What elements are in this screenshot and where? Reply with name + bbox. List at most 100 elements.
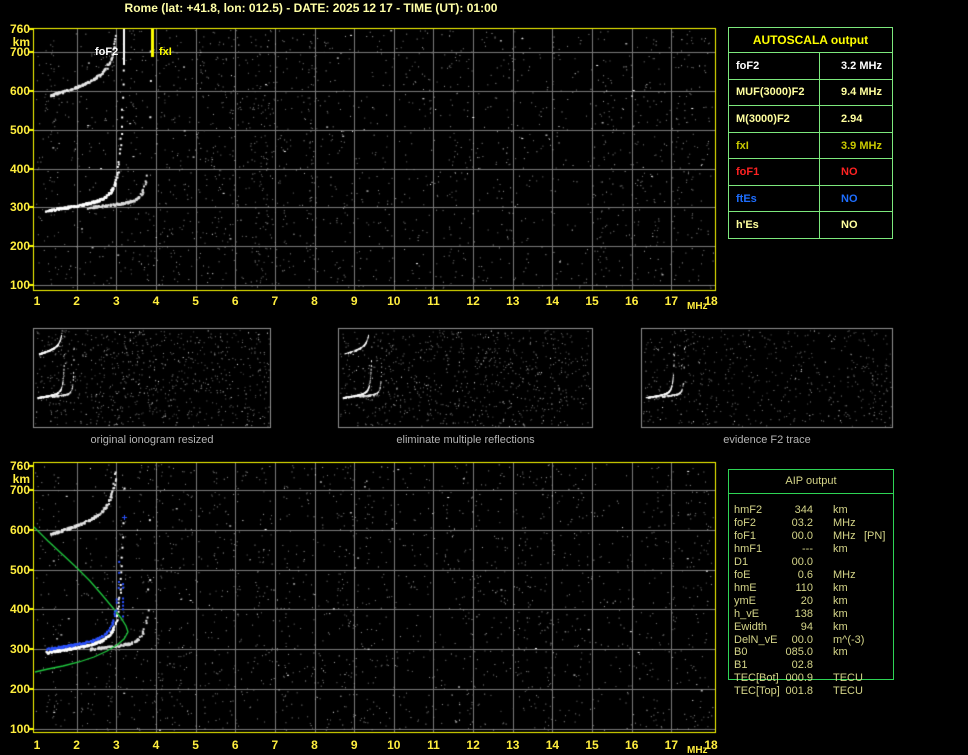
y-tick-label: 500 <box>9 122 30 137</box>
aip-row-value: 085.0 <box>785 646 813 659</box>
y-tick-label: 400 <box>9 161 30 176</box>
x-tick-label: 9 <box>350 294 358 308</box>
aip-row-unit: m^(-3) <box>833 633 865 646</box>
x-tick-label: 8 <box>311 738 318 752</box>
autoscala-output-table: AUTOSCALA output foF2 3.2 MHz MUF(3000)F2 9… <box>728 27 893 239</box>
y-tick-label: 200 <box>9 682 30 697</box>
x-tick-label: 4 <box>152 294 160 308</box>
x-tick-label: 5 <box>192 294 199 308</box>
bottom-x-axis-unit: MHz <box>687 745 708 755</box>
fxI-marker-label: fxI <box>159 46 172 58</box>
aip-row-unit: km <box>833 620 848 633</box>
aip-row-value: 000.9 <box>785 672 813 685</box>
aip-row-value: 344 <box>794 504 813 516</box>
aip-row-label: B0 <box>734 646 748 659</box>
aip-row-value: 03.2 <box>791 516 813 529</box>
aip-row: foF2 03.2 MHz <box>734 517 954 530</box>
x-tick-label: 1 <box>33 294 41 308</box>
autoscala-row-value: 3.9 MHz <box>841 139 882 152</box>
aip-row-value: 94 <box>800 620 813 633</box>
aip-row-label: B1 <box>734 659 748 672</box>
aip-row: B0 085.0 km <box>734 646 954 659</box>
aip-row: hmF1 --- km <box>734 543 954 556</box>
x-tick-label: 15 <box>585 738 599 752</box>
x-tick-label: 6 <box>231 294 239 308</box>
aip-output-table: AIP output hmF2 344 km foF2 03.2 MHz foF1 00.0 M… <box>728 469 894 697</box>
x-tick-label: 16 <box>625 294 639 308</box>
aip-row-unit: MHz <box>833 529 856 542</box>
autoscala-row-value: NO <box>841 192 858 205</box>
x-tick-label: 4 <box>152 738 160 752</box>
autoscala-row-label: h'Es <box>729 212 820 239</box>
autoscala-row-value: NO <box>841 166 858 179</box>
aip-row-unit: km <box>833 594 848 607</box>
aip-row-value: 02.8 <box>791 659 813 672</box>
aip-row-value: 00.0 <box>791 529 813 542</box>
x-tick-label: 13 <box>506 738 520 752</box>
panel-caption-evidence: evidence F2 trace <box>723 434 811 446</box>
panel-caption-original: original ionogram resized <box>90 434 214 446</box>
aip-row: TEC[Bot] 000.9 TECU <box>734 672 954 685</box>
autoscala-row: foF1 NO <box>729 158 892 185</box>
y-tick-label: 300 <box>9 642 30 657</box>
autoscala-row: M(3000)F2 2.94 <box>729 105 892 132</box>
aip-row-unit: TECU <box>833 672 863 685</box>
aip-row-note: [PN] <box>864 529 886 542</box>
aip-row: ymE 20 km <box>734 595 954 608</box>
autoscala-row: MUF(3000)F2 9.4 MHz <box>729 78 892 106</box>
autoscala-table-title: AUTOSCALA output <box>752 33 869 47</box>
top-x-axis-unit: MHz <box>687 301 708 312</box>
x-tick-label: 1 <box>33 738 41 752</box>
aip-row-value: 110 <box>795 581 813 594</box>
y-tick-label: 600 <box>9 522 30 537</box>
x-tick-label: 6 <box>231 738 239 752</box>
x-tick-label: 8 <box>311 294 318 308</box>
x-tick-label: 17 <box>664 738 679 752</box>
x-tick-label: 10 <box>387 738 401 752</box>
x-tick-label: 11 <box>427 294 440 308</box>
aip-row: foE 0.6 MHz <box>734 569 954 582</box>
aip-row-value: 00.0 <box>791 555 813 568</box>
autoscala-row-label: M(3000)F2 <box>729 106 820 132</box>
x-tick-label: 12 <box>466 738 480 752</box>
aip-row-value: --- <box>802 542 813 555</box>
autoscala-row-label: fxI <box>729 132 820 159</box>
aip-row-value: 0.6 <box>797 568 813 581</box>
x-tick-label: 15 <box>585 294 599 308</box>
aip-row: hmF2 344 km <box>734 504 954 517</box>
x-tick-label: 17 <box>664 294 679 308</box>
y-tick-label: 760 <box>9 22 30 36</box>
autoscala-row: fxI 3.9 MHz <box>729 131 892 159</box>
y-tick-label: 760 <box>9 459 30 473</box>
y-tick-label: 300 <box>9 200 30 215</box>
aip-row: DelN_vE 00.0 m^(-3) <box>734 634 954 647</box>
aip-row: foF1 00.0 MHz [PN] <box>734 530 954 543</box>
autoscala-app-screen: Rome (lat: +41.8, lon: 012.5) - DATE: 20… <box>0 0 968 755</box>
station-title: Rome (lat: +41.8, lon: 012.5) - DATE: 20… <box>124 1 498 15</box>
autoscala-row-value: 3.2 MHz <box>841 59 882 72</box>
panel-caption-eliminate: eliminate multiple reflections <box>396 434 535 446</box>
y-tick-label: 500 <box>9 562 30 577</box>
x-tick-label: 5 <box>192 738 199 752</box>
y-tick-label: 400 <box>9 602 30 617</box>
aip-row-value: 20 <box>800 594 813 607</box>
autoscala-row-label: foF1 <box>729 159 820 185</box>
x-tick-label: 9 <box>350 738 358 752</box>
aip-row-value: 001.8 <box>785 685 813 698</box>
x-tick-label: 3 <box>112 738 120 752</box>
y-tick-label: 100 <box>9 278 30 292</box>
autoscala-row-value: 9.4 MHz <box>841 86 882 99</box>
autoscala-row-label: ftEs <box>729 185 820 212</box>
x-tick-label: 11 <box>427 738 440 752</box>
x-tick-label: 10 <box>387 294 401 308</box>
x-tick-label: 3 <box>112 294 120 308</box>
aip-header-separator <box>729 493 893 494</box>
aip-row: Ewidth 94 km <box>734 621 954 634</box>
aip-row-label: D1 <box>734 555 749 568</box>
x-tick-label: 7 <box>271 294 279 308</box>
y-axis-unit: km <box>12 35 30 49</box>
aip-row-value: 138 <box>794 607 813 620</box>
aip-row: D1 00.0 <box>734 556 954 569</box>
y-tick-label: 200 <box>9 239 30 254</box>
autoscala-row-value: 2.94 <box>841 112 863 125</box>
